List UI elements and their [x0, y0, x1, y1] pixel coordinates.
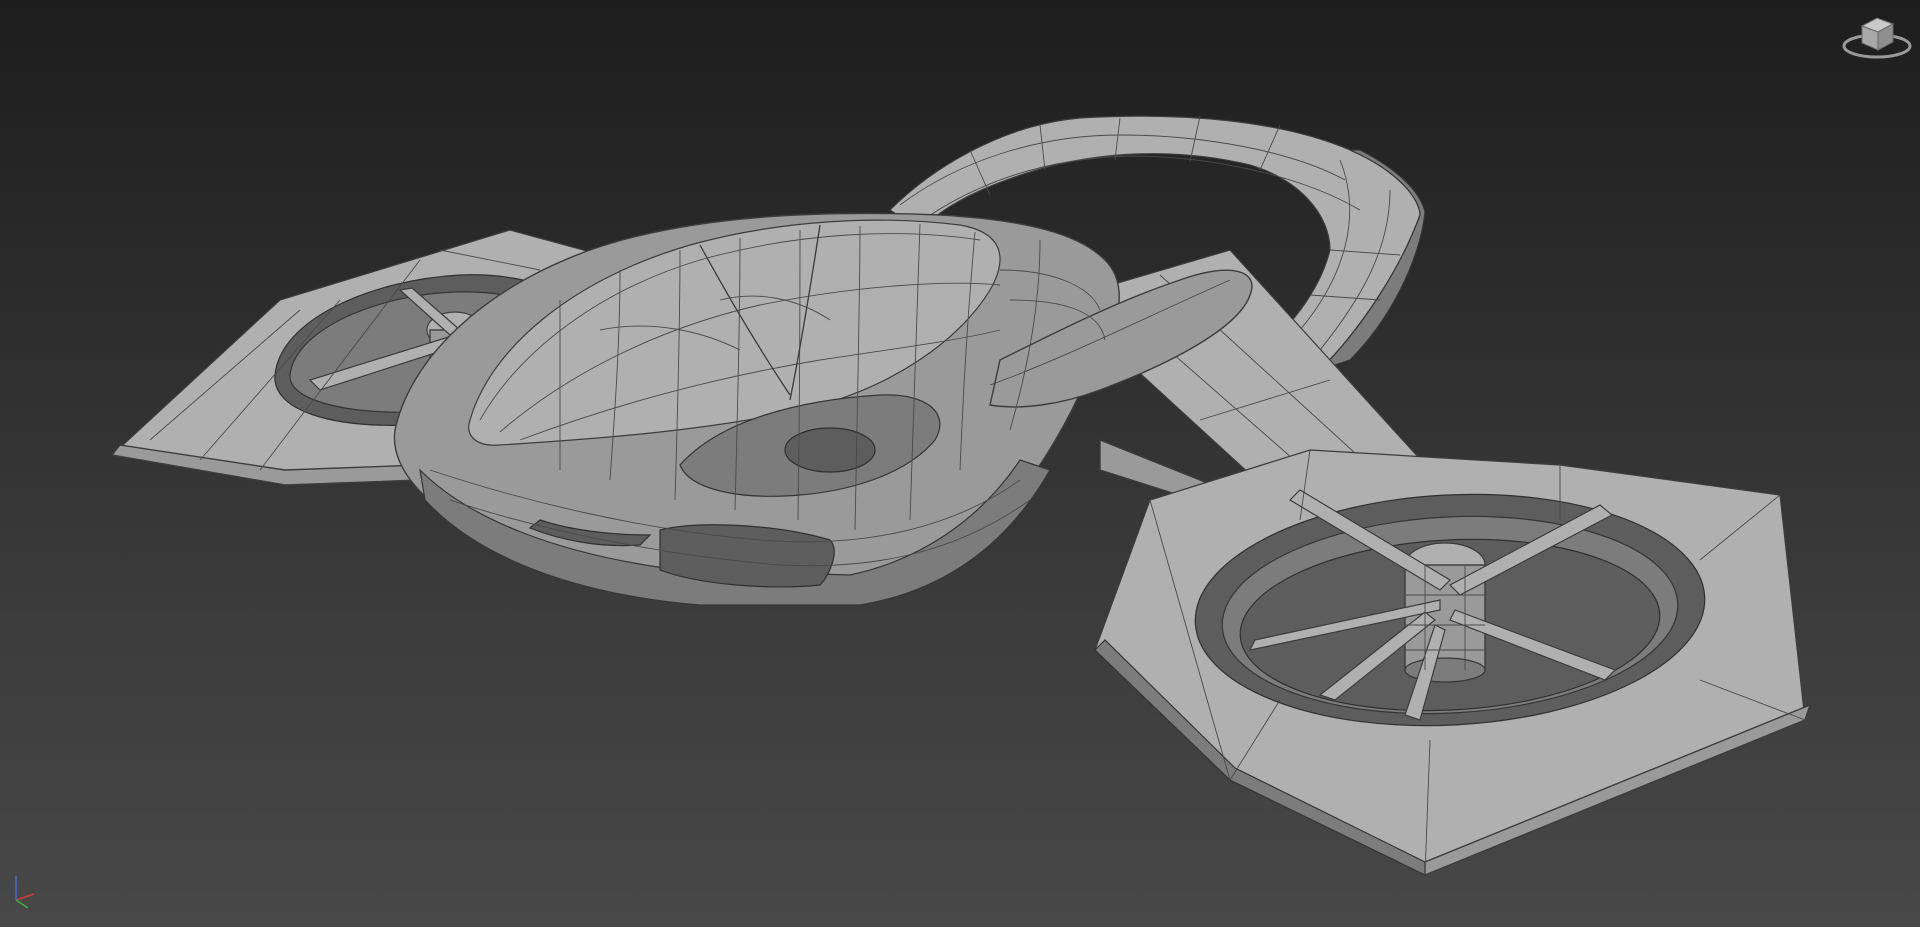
axis-tripod-icon	[15, 876, 35, 909]
viewcube-icon[interactable]	[1838, 6, 1916, 64]
3d-viewport[interactable]	[0, 0, 1920, 927]
viewcube[interactable]	[1838, 6, 1916, 64]
right-rotor-housing	[1094, 449, 1812, 877]
axis-tripod	[4, 870, 44, 910]
flying-car-wireframe-model	[110, 115, 1812, 877]
